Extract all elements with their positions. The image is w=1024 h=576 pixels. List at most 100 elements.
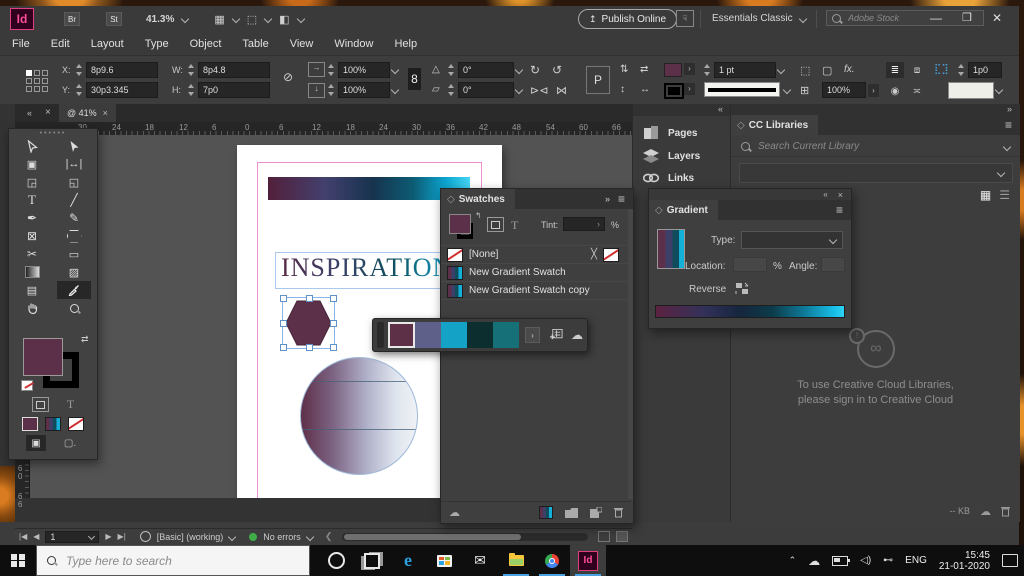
- shear-chevron-icon[interactable]: [515, 86, 523, 94]
- menu-type[interactable]: Type: [145, 38, 169, 50]
- swatch-row-none[interactable]: [None] ╳: [441, 245, 627, 264]
- gap-tool[interactable]: |↔|: [57, 155, 91, 173]
- new-swatch-group-icon[interactable]: [565, 508, 578, 518]
- circle-object[interactable]: [300, 357, 418, 475]
- horizontal-scrollbar[interactable]: [342, 533, 588, 541]
- indesign-taskbar-icon[interactable]: Id: [570, 545, 606, 576]
- next-page-button[interactable]: ▶: [105, 532, 111, 541]
- menu-help[interactable]: Help: [394, 38, 417, 50]
- theme-swatch[interactable]: [388, 322, 414, 348]
- selection-tool[interactable]: [15, 137, 49, 155]
- frame-fitting-icon[interactable]: ⣏⣹: [934, 64, 949, 75]
- adobe-stock-search[interactable]: [826, 10, 984, 26]
- menu-table[interactable]: Table: [242, 38, 268, 50]
- title-text-frame[interactable]: INSPIRATION: [275, 252, 455, 289]
- y-stepper[interactable]: [76, 84, 84, 96]
- rotate-cw-icon[interactable]: ↻: [530, 63, 540, 77]
- horizontal-ruler[interactable]: 30 24 18 12 6 0 6 12 18 24 30 36 42 48 5…: [15, 122, 632, 136]
- view-options-chevron-icon[interactable]: [232, 15, 240, 23]
- rectangle-frame-tool[interactable]: ⊠: [15, 227, 49, 245]
- reference-point-proxy-icon[interactable]: [26, 70, 48, 92]
- shear-stepper[interactable]: [448, 84, 456, 96]
- gradient-type-dropdown[interactable]: [741, 231, 843, 249]
- object-style-chevron-icon[interactable]: [995, 86, 1003, 94]
- taskbar-search[interactable]: [36, 545, 310, 576]
- preflight-chevron-icon[interactable]: [228, 532, 236, 540]
- menu-layout[interactable]: Layout: [91, 38, 124, 50]
- tab-cc-libraries[interactable]: ◇ CC Libraries: [731, 115, 818, 135]
- stroke-weight-stepper[interactable]: [704, 64, 712, 76]
- apply-color-button[interactable]: [22, 417, 38, 431]
- cortana-icon[interactable]: [318, 545, 354, 576]
- zoom-chevron-icon[interactable]: [181, 15, 189, 23]
- tray-expand-icon[interactable]: ⌃: [789, 555, 797, 566]
- apply-gradient-button[interactable]: [45, 417, 61, 431]
- theme-swatch[interactable]: [493, 322, 519, 348]
- mail-icon[interactable]: ✉: [462, 545, 498, 576]
- gradient-feather-tool[interactable]: ▨: [57, 263, 91, 281]
- close-button[interactable]: ✕: [992, 11, 1002, 25]
- gradient-close-icon[interactable]: ×: [838, 190, 843, 200]
- chrome-icon[interactable]: [534, 545, 570, 576]
- menu-view[interactable]: View: [290, 38, 314, 50]
- line-tool[interactable]: ╱: [57, 191, 91, 209]
- stock-button[interactable]: St: [106, 12, 122, 26]
- scale-x-stepper[interactable]: [328, 64, 336, 76]
- swap-fill-stroke-icon[interactable]: ⇄: [81, 334, 89, 345]
- menu-window[interactable]: Window: [334, 38, 373, 50]
- scale-y-stepper[interactable]: [328, 84, 336, 96]
- scale-x-chevron-icon[interactable]: [391, 66, 399, 74]
- theme-swatch[interactable]: [467, 322, 493, 348]
- gradient-collapse-icon[interactable]: «: [823, 190, 827, 199]
- rotation-chevron-icon[interactable]: [515, 66, 523, 74]
- location-field[interactable]: [733, 257, 767, 272]
- scroll-left-icon[interactable]: ❮: [325, 531, 333, 542]
- start-button[interactable]: [0, 545, 36, 576]
- theme-variations-chevron-icon[interactable]: ›: [525, 327, 540, 343]
- x-stepper[interactable]: [76, 64, 84, 76]
- pen-tool[interactable]: ✒: [15, 209, 49, 227]
- opacity-chevron-icon[interactable]: ›: [868, 84, 879, 97]
- sync-cloud-icon[interactable]: ☁: [980, 505, 991, 518]
- stroke-weight-field[interactable]: 1 pt: [714, 62, 776, 78]
- y-field[interactable]: 30p3.345: [86, 82, 158, 98]
- zoom-level-value[interactable]: 41.3%: [146, 14, 174, 25]
- fill-swatch-chevron-icon[interactable]: ›: [684, 63, 695, 75]
- stroke-color-swatch[interactable]: [664, 83, 684, 99]
- pencil-tool[interactable]: ✎: [57, 209, 91, 227]
- shear-field[interactable]: 0°: [458, 82, 514, 98]
- swatch-row-gradient-copy[interactable]: New Gradient Swatch copy: [441, 282, 627, 300]
- wrap-jump-button[interactable]: ≍: [908, 83, 926, 99]
- w-stepper[interactable]: [188, 64, 196, 76]
- space-horizontal-icon[interactable]: ⇄: [640, 64, 648, 75]
- zoom-tool[interactable]: [57, 299, 91, 317]
- flip-vertical-icon[interactable]: ⋈: [556, 84, 567, 97]
- grid-view-icon[interactable]: ▦: [980, 188, 991, 202]
- x-field[interactable]: 8p9.6: [86, 62, 158, 78]
- scissors-tool[interactable]: ✂: [15, 245, 49, 263]
- apply-none-button[interactable]: [68, 417, 84, 431]
- scale-y-field[interactable]: 100%: [338, 82, 390, 98]
- onedrive-icon[interactable]: ☁: [808, 554, 820, 568]
- wrap-object-shape-button[interactable]: ◉: [886, 83, 904, 99]
- scale-y-chevron-icon[interactable]: [391, 86, 399, 94]
- dock-item-links[interactable]: Links: [643, 172, 694, 184]
- rotate-ccw-icon[interactable]: ↺: [552, 63, 562, 77]
- polygon-tool[interactable]: [57, 227, 91, 245]
- scale-x-field[interactable]: 100%: [338, 62, 390, 78]
- adobe-stock-search-input[interactable]: [846, 12, 960, 24]
- space-vertical-icon[interactable]: ⇅: [620, 64, 628, 75]
- stroke-style-chevron-icon[interactable]: [783, 86, 791, 94]
- add-theme-to-swatches-icon[interactable]: [550, 329, 563, 341]
- prev-page-button[interactable]: ◀: [33, 532, 39, 541]
- action-center-icon[interactable]: [1002, 554, 1018, 567]
- stroke-weight-chevron-icon[interactable]: [777, 66, 785, 74]
- touch-workspace-icon[interactable]: ☟: [676, 10, 694, 27]
- list-view-icon[interactable]: ☰: [999, 188, 1010, 202]
- rotation-stepper[interactable]: [448, 64, 456, 76]
- delete-library-icon[interactable]: [1001, 506, 1010, 517]
- minimize-button[interactable]: —: [930, 11, 942, 25]
- cc-library-chevron-icon[interactable]: [997, 169, 1005, 177]
- microsoft-store-icon[interactable]: [426, 545, 462, 576]
- screen-mode-chevron-icon[interactable]: [264, 15, 272, 23]
